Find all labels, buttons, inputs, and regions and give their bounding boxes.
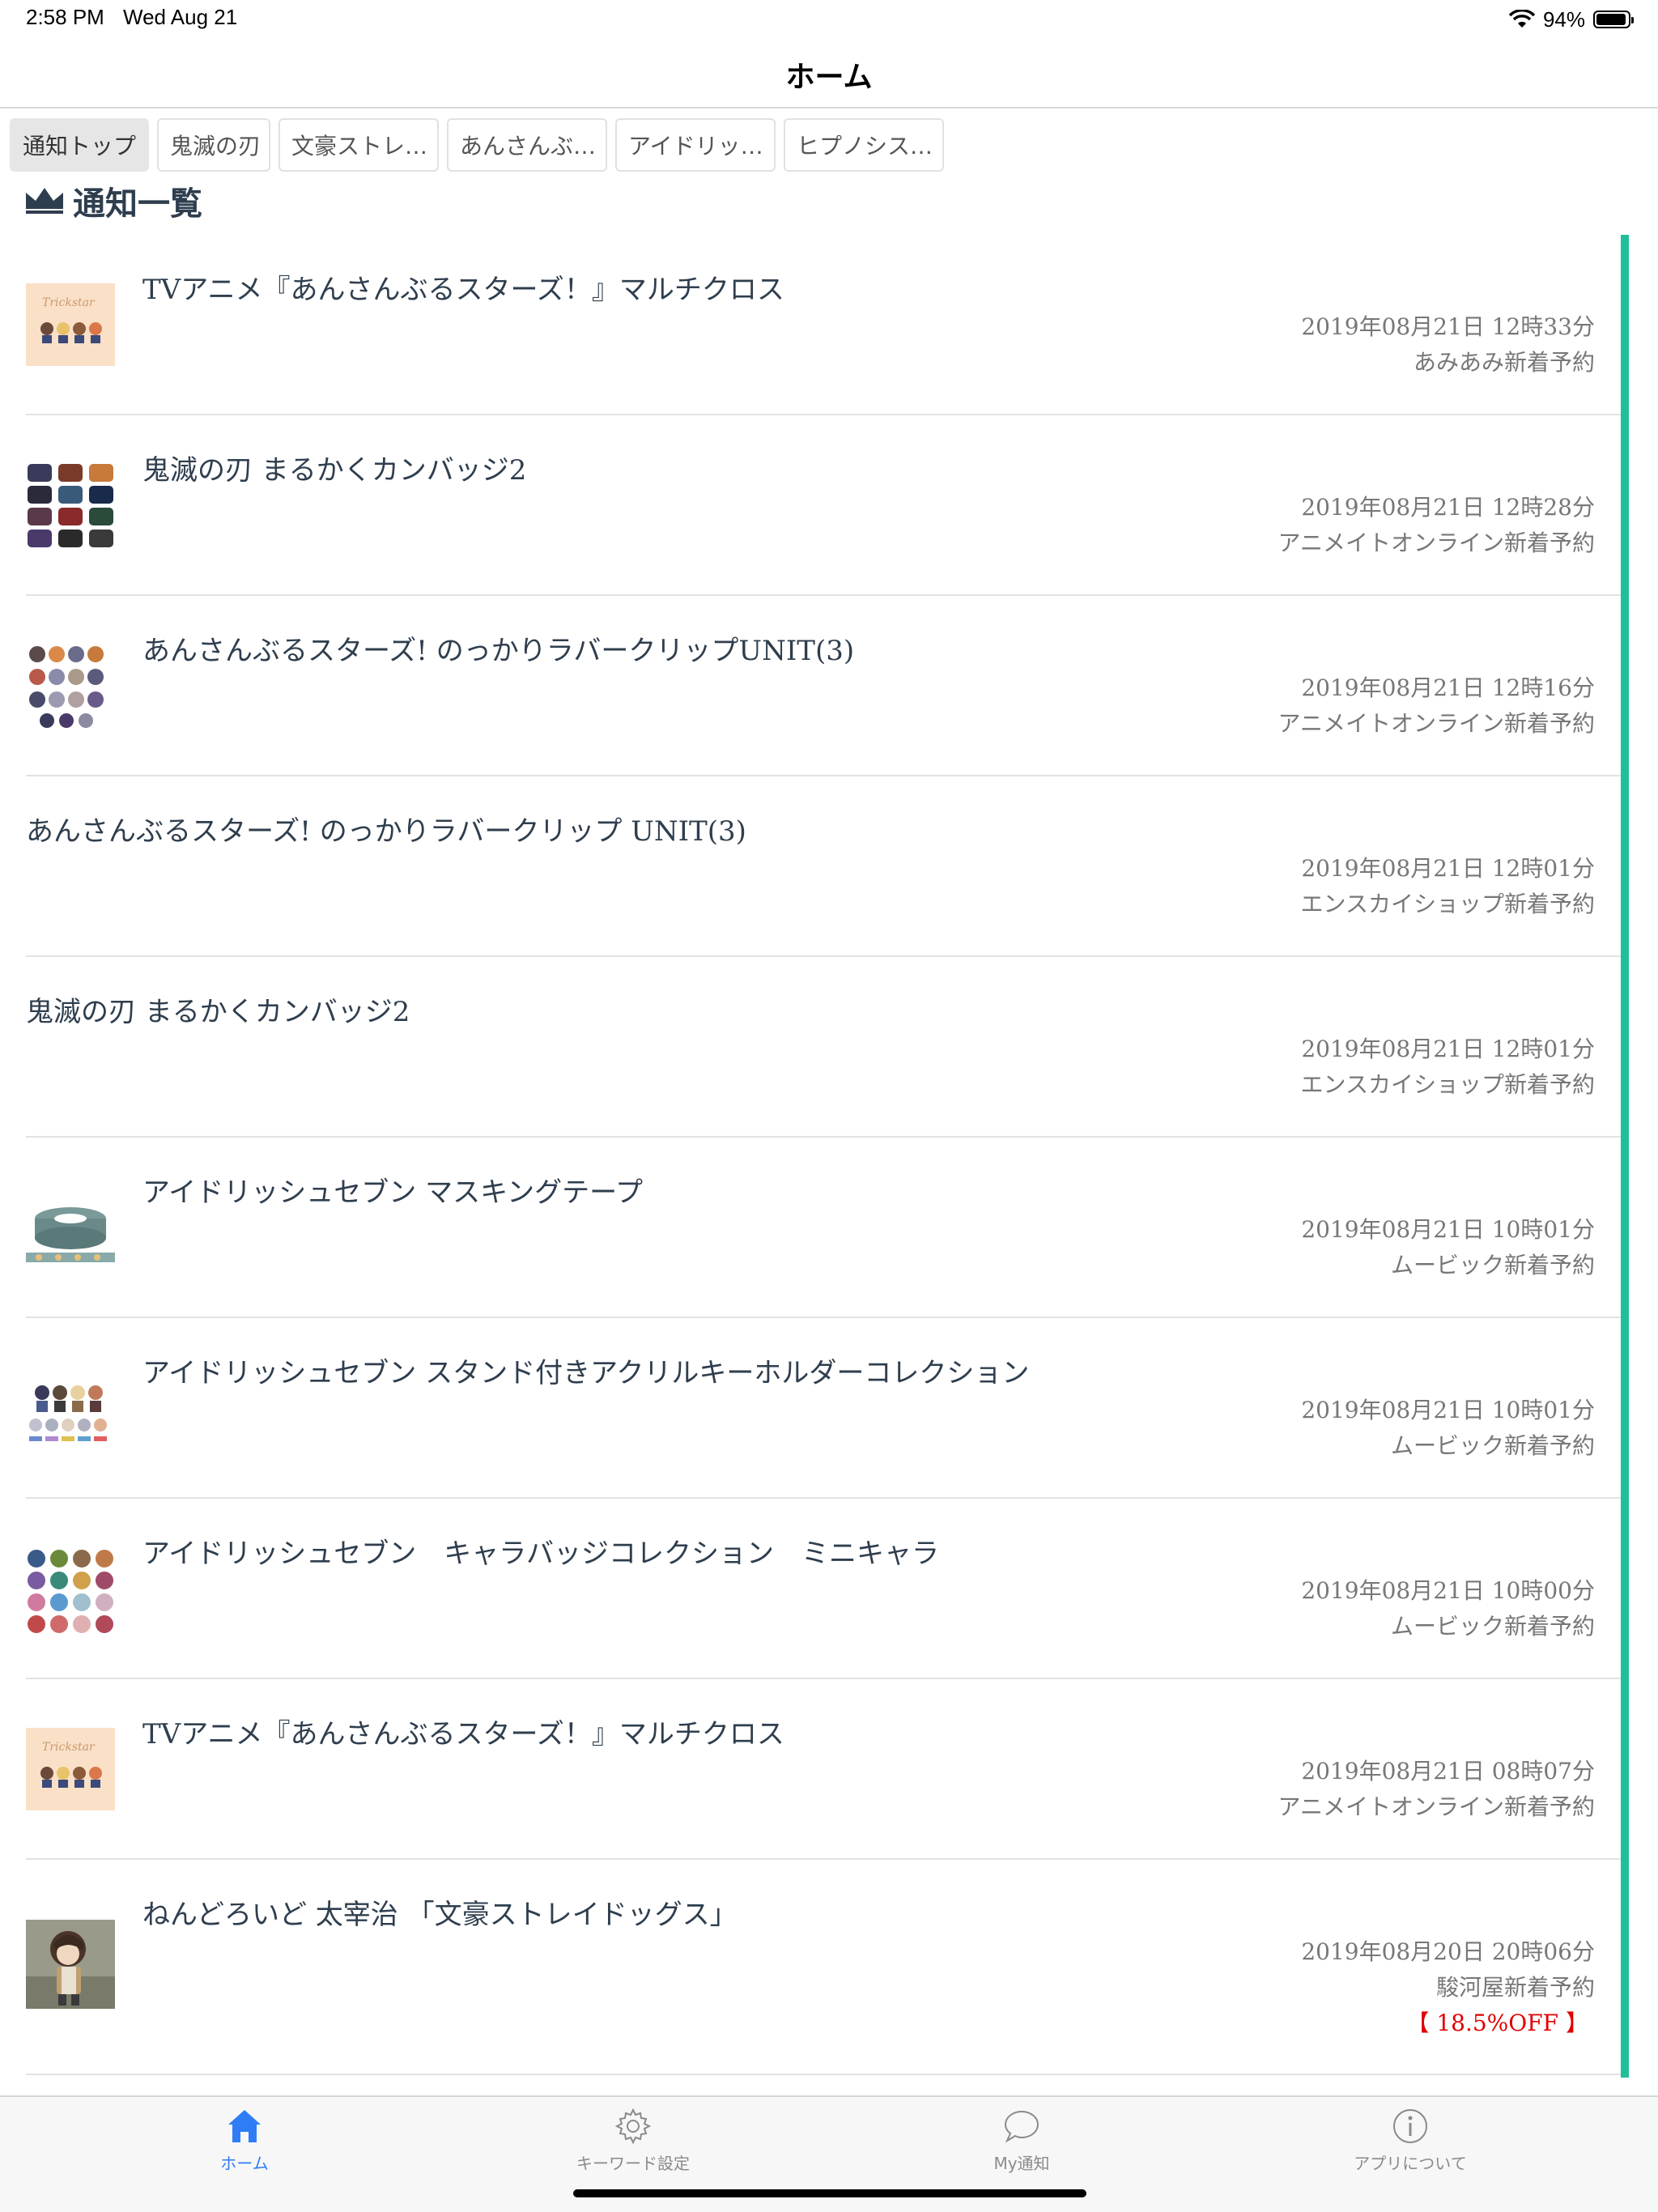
list-item[interactable]: アイドリッシュセブン スタンド付きアクリルキーホルダーコレクション 2019年0… (26, 1318, 1621, 1499)
item-source: あみあみ新着予約 (1413, 349, 1595, 376)
tabbar-my-notifications[interactable]: My通知 (900, 2107, 1143, 2180)
tabbar-label: My通知 (993, 2154, 1050, 2173)
home-icon (228, 2110, 261, 2142)
category-tabs: 通知トップ 鬼滅の刃 文豪ストレ… あんさんぶ… アイドリッ… ヒプノシス… (10, 118, 944, 173)
item-title: TVアニメ『あんさんぶるスターズ！』マルチクロス (142, 1718, 784, 1750)
list-item[interactable]: Trickstar TVアニメ『あんさんぶるスターズ！』マルチクロス 2019年… (26, 235, 1621, 415)
item-source: ムービック新着予約 (1390, 1252, 1595, 1278)
tab-bungo[interactable]: 文豪ストレ… (278, 118, 439, 172)
product-thumbnail (26, 1544, 115, 1633)
product-thumbnail (26, 641, 115, 730)
page-title: ホーム (785, 61, 873, 94)
item-date: 2019年08月21日 10時01分 (1301, 1216, 1595, 1243)
tabbar-label: ホーム (220, 2154, 269, 2173)
product-thumbnail (26, 1920, 115, 2009)
item-date: 2019年08月21日 12時33分 (1301, 313, 1595, 340)
status-time: 2:58 PM (26, 5, 104, 29)
tabbar-label: アプリについて (1354, 2154, 1467, 2173)
battery-percent: 94% (1542, 6, 1585, 32)
wifi-icon (1508, 10, 1535, 28)
item-date: 2019年08月21日 12時28分 (1301, 494, 1595, 521)
item-source: 駿河屋新着予約 (1435, 1974, 1595, 2001)
item-title: 鬼滅の刃 まるかくカンバッジ2 (26, 996, 410, 1028)
product-thumbnail (26, 461, 115, 550)
product-thumbnail (26, 1363, 115, 1453)
item-date: 2019年08月21日 08時07分 (1301, 1758, 1595, 1784)
tab-hypnosis[interactable]: ヒプノシス… (784, 118, 944, 172)
list-item[interactable]: ねんどろいど 太宰治 「文豪ストレイドッグス」 2019年08月20日 20時0… (26, 1860, 1621, 2075)
item-date: 2019年08月21日 10時01分 (1301, 1397, 1595, 1423)
svg-text:Trickstar: Trickstar (42, 296, 96, 309)
item-title: あんさんぶるスターズ! のっかりラバークリップUNIT(3) (142, 635, 855, 667)
product-thumbnail: Trickstar (26, 1725, 115, 1814)
tab-kimetsu[interactable]: 鬼滅の刃 (157, 118, 270, 172)
list-item[interactable]: 鬼滅の刃 まるかくカンバッジ2 2019年08月21日 12時28分 アニメイト… (26, 415, 1621, 596)
item-title: アイドリッシュセブン スタンド付きアクリルキーホルダーコレクション (142, 1357, 1030, 1389)
crown-icon (26, 188, 63, 214)
gear-icon (614, 2108, 652, 2145)
scroll-accent-bar (1621, 235, 1629, 2078)
list-item[interactable]: 鬼滅の刃 まるかくカンバッジ2 2019年08月21日 12時01分 エンスカイ… (26, 957, 1621, 1138)
info-icon (1393, 2109, 1427, 2143)
home-indicator[interactable] (573, 2189, 1086, 2197)
tabbar-keyword-settings[interactable]: キーワード設定 (512, 2107, 755, 2180)
item-date: 2019年08月20日 20時06分 (1301, 1938, 1595, 1965)
item-title: TVアニメ『あんさんぶるスターズ！』マルチクロス (142, 274, 784, 306)
svg-text:Trickstar: Trickstar (42, 1741, 96, 1754)
item-date: 2019年08月21日 12時16分 (1301, 674, 1595, 701)
notification-list[interactable]: Trickstar TVアニメ『あんさんぶるスターズ！』マルチクロス 2019年… (26, 235, 1621, 2078)
list-item[interactable]: アイドリッシュセブン キャラバッジコレクション ミニキャラ 2019年08月21… (26, 1499, 1621, 1679)
tab-ensemble[interactable]: あんさんぶ… (447, 118, 607, 172)
tabbar-label: キーワード設定 (576, 2154, 690, 2173)
item-source: ムービック新着予約 (1390, 1613, 1595, 1640)
list-item[interactable]: あんさんぶるスターズ! のっかりラバークリップUNIT(3) 2019年08月2… (26, 596, 1621, 776)
item-title: アイドリッシュセブン キャラバッジコレクション ミニキャラ (142, 1538, 939, 1570)
item-date: 2019年08月21日 12時01分 (1301, 1036, 1595, 1062)
item-title: 鬼滅の刃 まるかくカンバッジ2 (142, 454, 527, 487)
nav-bar: ホーム (0, 39, 1658, 108)
item-date: 2019年08月21日 10時00分 (1301, 1577, 1595, 1604)
status-right: 94% (1508, 6, 1634, 32)
product-thumbnail: Trickstar (26, 280, 115, 369)
item-source: アニメイトオンライン新着予約 (1278, 1793, 1595, 1820)
product-thumbnail (26, 1183, 115, 1272)
item-source: ムービック新着予約 (1390, 1432, 1595, 1459)
item-title: ねんどろいど 太宰治 「文豪ストレイドッグス」 (142, 1899, 738, 1931)
discount-badge: 【 18.5%OFF 】 (1406, 2010, 1588, 2036)
section-header: 通知一覧 (24, 177, 202, 225)
status-bar: 2:58 PM Wed Aug 21 94% (0, 0, 1658, 39)
tab-notification-top[interactable]: 通知トップ (10, 118, 149, 172)
list-item[interactable]: あんさんぶるスターズ! のっかりラバークリップ UNIT(3) 2019年08月… (26, 776, 1621, 957)
item-title: あんさんぶるスターズ! のっかりラバークリップ UNIT(3) (26, 815, 746, 848)
status-date: Wed Aug 21 (123, 5, 238, 29)
item-source: アニメイトオンライン新着予約 (1278, 530, 1595, 556)
list-item[interactable]: アイドリッシュセブン マスキングテープ 2019年08月21日 10時01分 ム… (26, 1138, 1621, 1318)
item-source: アニメイトオンライン新着予約 (1278, 710, 1595, 737)
item-title: アイドリッシュセブン マスキングテープ (142, 1176, 644, 1209)
list-item[interactable]: Trickstar TVアニメ『あんさんぶるスターズ！』マルチクロス 2019年… (26, 1679, 1621, 1860)
tab-idolish[interactable]: アイドリッ… (615, 118, 776, 172)
tabbar-about-app[interactable]: アプリについて (1289, 2107, 1532, 2180)
item-source: エンスカイショップ新着予約 (1300, 891, 1595, 917)
item-date: 2019年08月21日 12時01分 (1301, 855, 1595, 882)
chat-bubble-icon (1004, 2110, 1039, 2143)
battery-icon (1593, 11, 1634, 28)
item-source: エンスカイショップ新着予約 (1300, 1071, 1595, 1098)
tabbar-home[interactable]: ホーム (123, 2107, 366, 2180)
section-title: 通知一覧 (73, 185, 202, 223)
